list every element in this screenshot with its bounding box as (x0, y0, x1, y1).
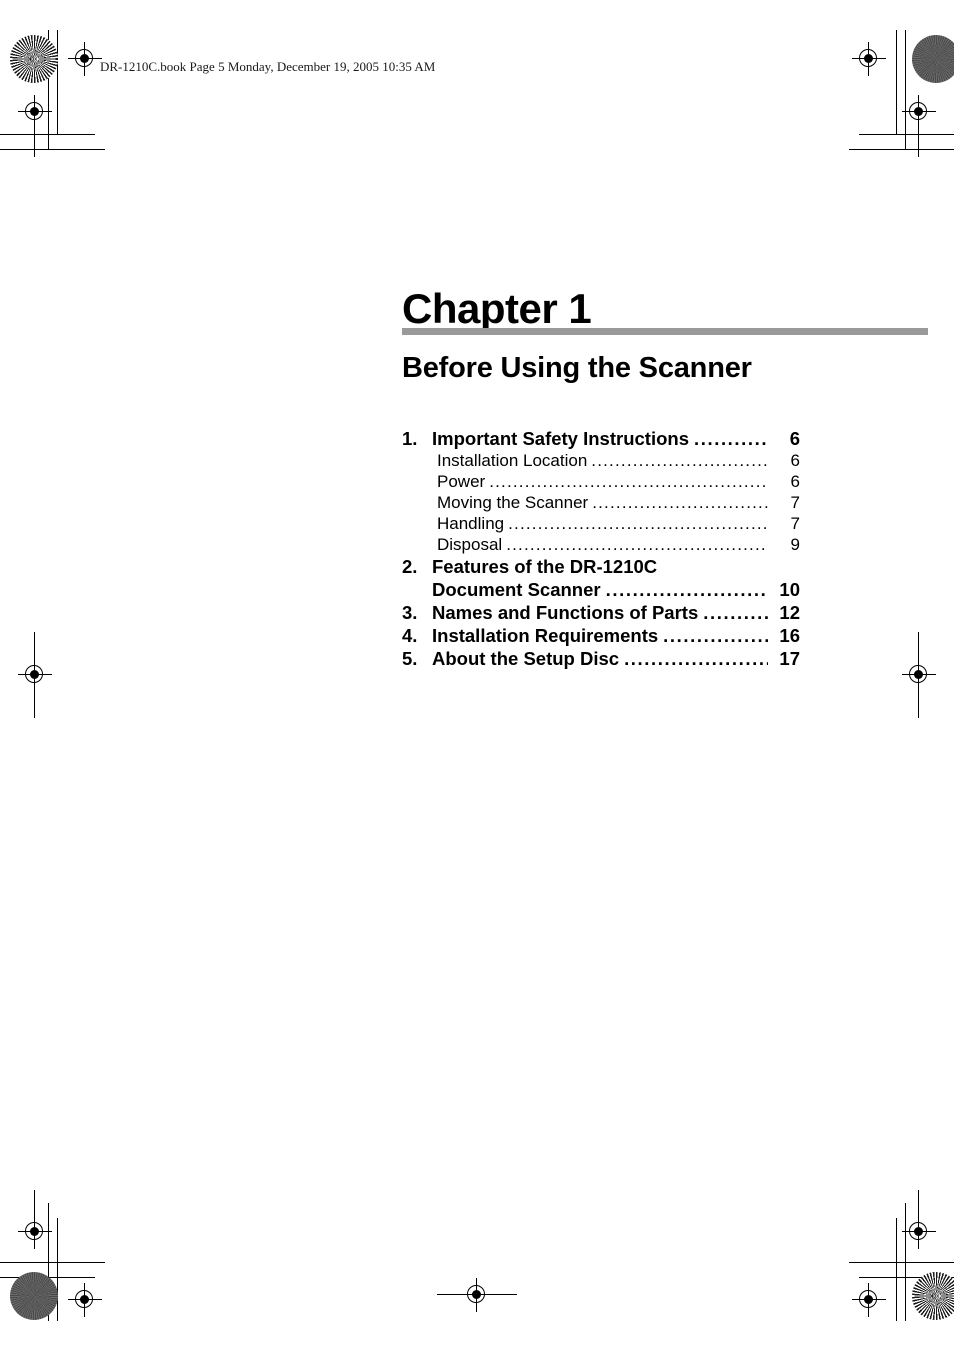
toc-entry-label: About the Setup Disc (432, 648, 620, 669)
registration-mark-bottom-left-upper (18, 1215, 52, 1249)
toc-entry[interactable]: 5. About the Setup Disc..................… (402, 648, 800, 671)
moire-patch-top-right (912, 35, 954, 83)
toc-entry[interactable]: 3. Names and Functions of Parts..........… (402, 602, 800, 625)
toc-entry[interactable]: Power...................................… (402, 472, 800, 493)
registration-arm-bottom-right-upper-vertical (918, 1190, 919, 1230)
moire-patch-bottom-left (10, 1272, 58, 1320)
registration-mark-bottom-center (460, 1278, 494, 1312)
toc-entry[interactable]: 2. Features of the DR-1210C (402, 556, 800, 579)
toc-entry-number: 3. (402, 602, 418, 623)
toc-entry-page-number: 17 (779, 648, 800, 669)
registration-arm-bottom-center-horizontal (437, 1294, 517, 1295)
page-title: Before Using the Scanner (402, 352, 752, 384)
toc-entry[interactable]: 4. Installation Requirements.............… (402, 625, 800, 648)
registration-mark-mid-left (18, 658, 52, 692)
toc-entry-label: Disposal (437, 535, 503, 554)
chapter-divider-rule (402, 328, 928, 335)
toc-entry[interactable]: Installation Location...................… (402, 451, 800, 472)
registration-mark-top-right-upper (852, 42, 886, 76)
toc-entry-number: 1. (402, 428, 418, 449)
toc-entry-leader: ........................ (624, 648, 768, 669)
toc-entry-label: Installation Requirements (432, 625, 659, 646)
moire-patch-top-left (10, 35, 58, 83)
crop-mark-top-right-vertical-outer (905, 30, 906, 150)
toc-entry-number: 2. (402, 556, 418, 577)
toc-entry-page-number: 12 (779, 602, 800, 623)
toc-entry-leader: ........................................… (506, 535, 768, 554)
toc-entry-label: Power (437, 472, 486, 491)
toc-entry-number: 4. (402, 625, 418, 646)
toc-entry-number: 5. (402, 648, 418, 669)
document-page: DR-1210C.book Page 5 Monday, December 19… (0, 0, 954, 1351)
crop-mark-top-right-vertical-inner (896, 30, 897, 135)
crop-mark-bottom-left-horizontal-outer (0, 1262, 105, 1263)
toc-entry-label: Names and Functions of Parts (432, 602, 699, 623)
registration-arm-mid-right-vertical (918, 632, 919, 718)
registration-mark-top-right-lower (902, 95, 936, 129)
toc-entry-page-number: 6 (789, 428, 800, 449)
toc-entry-page-number: 16 (779, 625, 800, 646)
crop-mark-top-right-horizontal-inner (859, 134, 954, 135)
toc-entry-leader: ................................... (592, 493, 768, 512)
toc-entry-label: Important Safety Instructions (432, 428, 689, 449)
toc-entry[interactable]: Disposal................................… (402, 535, 800, 556)
toc-entry-page-number: 7 (790, 493, 800, 512)
toc-entry-page-number: 6 (790, 472, 800, 491)
crop-mark-bottom-right-horizontal-outer (849, 1262, 954, 1263)
registration-arm-top-left-lower-vertical (34, 112, 35, 157)
toc-entry[interactable]: Moving the Scanner......................… (402, 493, 800, 514)
toc-entry-label: Installation Location (437, 451, 588, 470)
registration-arm-mid-left-vertical (34, 632, 35, 718)
toc-entry-leader: ............................ (605, 579, 768, 600)
chapter-label: Chapter 1 (402, 285, 592, 332)
crop-mark-top-left-horizontal-inner (0, 134, 95, 135)
table-of-contents: 1. Important Safety Instructions.........… (402, 428, 800, 671)
toc-entry[interactable]: 1. Important Safety Instructions.........… (402, 428, 800, 451)
registration-arm-top-right-lower-vertical (918, 112, 919, 157)
toc-entry-page-number: 7 (790, 514, 800, 533)
toc-entry-leader: .................. (663, 625, 768, 646)
crop-mark-top-left-vertical-inner (57, 30, 58, 135)
toc-entry-leader: ........................................… (489, 472, 768, 491)
toc-entry-label: Document Scanner (432, 579, 601, 600)
toc-entry-leader: ........................................… (508, 514, 768, 533)
toc-entry[interactable]: Document Scanner........................… (402, 579, 800, 602)
crop-mark-top-right-horizontal-outer (849, 149, 954, 150)
crop-mark-bottom-left-vertical-inner (57, 1218, 58, 1321)
toc-entry-leader: .......... (703, 602, 768, 623)
toc-entry-label: Handling (437, 514, 505, 533)
toc-entry-leader: .................................... (591, 451, 768, 470)
registration-mark-top-left-lower (18, 95, 52, 129)
toc-entry-page-number: 9 (790, 535, 800, 554)
running-header-text: DR-1210C.book Page 5 Monday, December 19… (100, 59, 436, 74)
registration-mark-top-left-upper (68, 42, 102, 76)
moire-patch-bottom-right (912, 1272, 954, 1320)
toc-entry[interactable]: Handling................................… (402, 514, 800, 535)
crop-mark-bottom-right-vertical-inner (896, 1218, 897, 1321)
registration-mark-bottom-left-lower (68, 1283, 102, 1317)
registration-mark-bottom-right-lower (852, 1283, 886, 1317)
toc-entry-page-number: 6 (790, 451, 800, 470)
toc-entry-page-number: 10 (779, 579, 800, 600)
toc-entry-leader: .............. (693, 428, 768, 449)
registration-mark-bottom-right-upper (902, 1215, 936, 1249)
toc-entry-label: Features of the DR-1210C (432, 556, 658, 577)
toc-entry-label: Moving the Scanner (437, 493, 589, 512)
crop-mark-top-left-horizontal-outer (0, 149, 105, 150)
registration-arm-bottom-left-upper-vertical (34, 1190, 35, 1230)
registration-mark-mid-right (902, 658, 936, 692)
